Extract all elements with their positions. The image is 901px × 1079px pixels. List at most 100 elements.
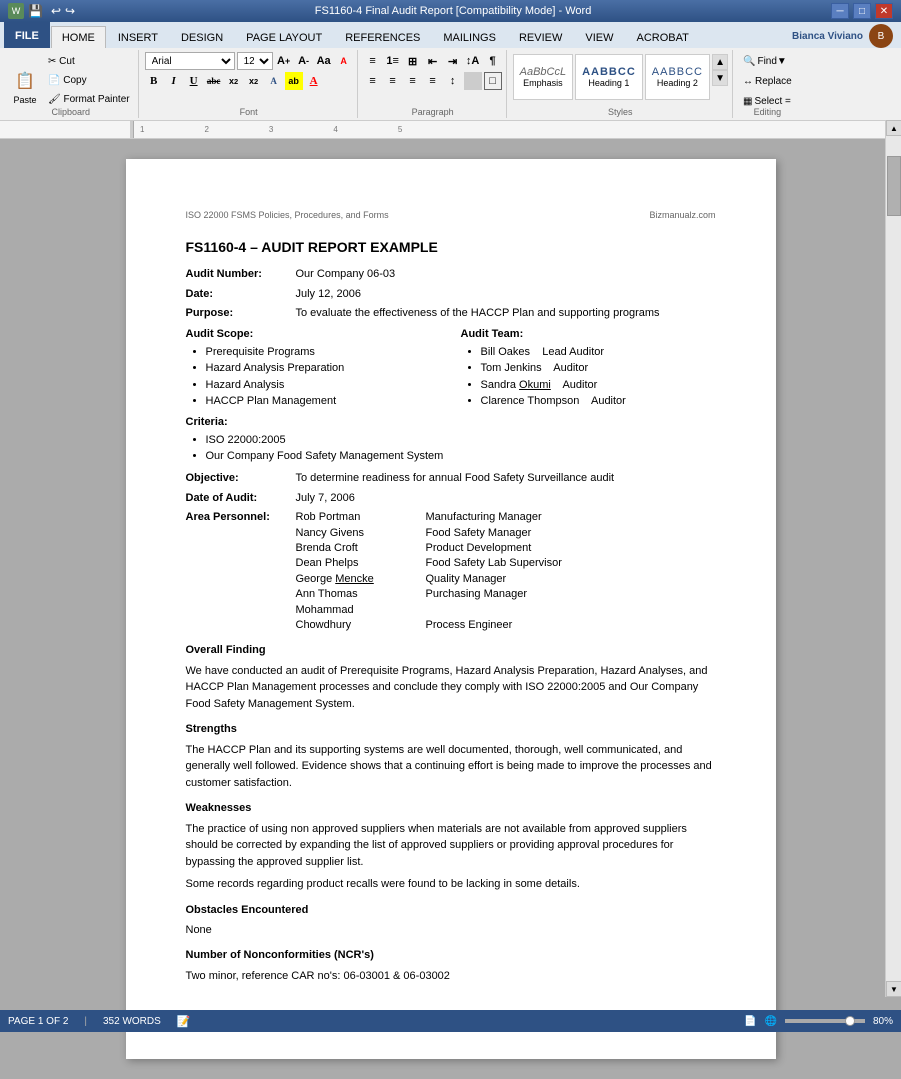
strengths-heading: Strengths: [186, 722, 716, 737]
style-heading2-label: Heading 2: [657, 78, 698, 88]
zoom-slider[interactable]: [785, 1019, 865, 1023]
style-emphasis-label: Emphasis: [523, 78, 563, 88]
zoom-thumb: [845, 1016, 855, 1026]
italic-button[interactable]: I: [165, 72, 183, 90]
track-changes-icon: 📝: [177, 1015, 191, 1028]
person-name-8: Chowdhury: [296, 618, 416, 633]
ribbon-group-font: Arial 12 A+ A- Aa A B I U abc x2 x2: [141, 50, 358, 118]
align-left-btn[interactable]: ≡: [364, 72, 382, 90]
ribbon-group-editing: 🔍 Find ▼ ↔ Replace ▦ Select = Editing: [735, 50, 800, 118]
title-bar-controls[interactable]: ─ □ ✕: [831, 3, 893, 19]
minimize-btn[interactable]: ─: [831, 3, 849, 19]
scope-team-section: Audit Scope: Prerequisite Programs Hazar…: [186, 325, 716, 411]
align-center-btn[interactable]: ≡: [384, 72, 402, 90]
bold-button[interactable]: B: [145, 72, 163, 90]
person-row-2: Nancy Givens Food Safety Manager: [296, 526, 562, 541]
paste-label: Paste: [13, 95, 36, 105]
tab-insert[interactable]: INSERT: [107, 26, 169, 48]
tab-page-layout[interactable]: PAGE LAYOUT: [235, 26, 333, 48]
style-heading1[interactable]: AABBCC Heading 1: [575, 54, 643, 100]
paste-button[interactable]: 📋 Paste: [8, 61, 42, 113]
line-spacing-btn[interactable]: ↕: [444, 72, 462, 90]
bullet-list-btn[interactable]: ≡: [364, 52, 382, 70]
scroll-track[interactable]: [886, 136, 901, 981]
decrease-font-btn[interactable]: A-: [295, 52, 313, 70]
obstacles-heading: Obstacles Encountered: [186, 903, 716, 918]
tab-view[interactable]: VIEW: [574, 26, 624, 48]
tab-references[interactable]: REFERENCES: [334, 26, 431, 48]
increase-indent-btn[interactable]: ⇥: [444, 52, 462, 70]
criteria-list: ISO 22000:2005 Our Company Food Safety M…: [186, 433, 716, 466]
redo-btn[interactable]: ↪: [65, 4, 75, 18]
increase-font-btn[interactable]: A+: [275, 52, 293, 70]
criteria-item-2: Our Company Food Safety Management Syste…: [206, 449, 716, 464]
status-bar: PAGE 1 OF 2 | 352 WORDS 📝 📄 🌐 80%: [0, 1010, 901, 1032]
font-label: Font: [141, 107, 357, 118]
person-name-1: Rob Portman: [296, 510, 416, 525]
person-role-4: Food Safety Lab Supervisor: [426, 556, 562, 571]
strikethrough-button[interactable]: abc: [205, 72, 223, 90]
audit-team-section: Audit Team: Bill Oakes Lead Auditor Tom …: [461, 325, 716, 411]
align-right-btn[interactable]: ≡: [404, 72, 422, 90]
numbered-list-btn[interactable]: 1≡: [384, 52, 402, 70]
editing-label: Editing: [735, 107, 800, 118]
scope-item-4: HACCP Plan Management: [206, 394, 441, 409]
quick-save[interactable]: 💾: [28, 4, 43, 18]
tab-mailings[interactable]: MAILINGS: [432, 26, 507, 48]
replace-button[interactable]: ↔ Replace: [739, 72, 796, 90]
font-size-select[interactable]: 12: [237, 52, 273, 70]
close-btn[interactable]: ✕: [875, 3, 893, 19]
borders-btn[interactable]: □: [484, 72, 502, 90]
styles-down[interactable]: ▼: [712, 70, 728, 86]
clear-format-btn[interactable]: A: [335, 52, 353, 70]
criteria-row: Criteria: ISO 22000:2005 Our Company Foo…: [186, 415, 716, 467]
find-button[interactable]: 🔍 Find ▼: [739, 52, 791, 70]
copy-button[interactable]: 📄 Copy: [44, 71, 134, 89]
tab-file[interactable]: FILE: [4, 22, 50, 48]
styles-up[interactable]: ▲: [712, 54, 728, 70]
text-highlight-btn[interactable]: ab: [285, 72, 303, 90]
date-row: Date: July 12, 2006: [186, 287, 716, 302]
weaknesses-heading: Weaknesses: [186, 801, 716, 816]
scroll-down-btn[interactable]: ▼: [886, 981, 901, 997]
tab-home[interactable]: HOME: [51, 26, 106, 48]
font-name-select[interactable]: Arial: [145, 52, 235, 70]
tab-acrobat[interactable]: ACROBAT: [625, 26, 699, 48]
layout-web-icon[interactable]: 🌐: [765, 1016, 777, 1027]
multilevel-list-btn[interactable]: ⊞: [404, 52, 422, 70]
ruler-markers: 1 2 3 4 5: [110, 125, 402, 134]
tab-design[interactable]: DESIGN: [170, 26, 234, 48]
sort-btn[interactable]: ↕A: [464, 52, 482, 70]
date-label: Date:: [186, 287, 296, 302]
tab-review[interactable]: REVIEW: [508, 26, 573, 48]
paragraph-label: Paragraph: [360, 107, 506, 118]
scroll-thumb[interactable]: [887, 156, 901, 216]
nonconformities-heading: Number of Nonconformities (NCR's): [186, 948, 716, 963]
para-row2: ≡ ≡ ≡ ≡ ↕ □: [364, 72, 502, 90]
format-painter-button[interactable]: 🖌 Format Painter: [44, 90, 134, 108]
superscript-button[interactable]: x2: [245, 72, 263, 90]
style-heading2[interactable]: AABBCC Heading 2: [645, 54, 710, 100]
purpose-label: Purpose:: [186, 306, 296, 321]
style-emphasis[interactable]: AaBbCcL Emphasis: [513, 54, 573, 100]
layout-print-icon[interactable]: 📄: [744, 1016, 756, 1027]
purpose-value: To evaluate the effectiveness of the HAC…: [296, 306, 660, 321]
styles-scroll[interactable]: ▲ ▼: [712, 54, 728, 100]
scroll-up-btn[interactable]: ▲: [886, 120, 901, 136]
shading-btn[interactable]: [464, 72, 482, 90]
scrollbar-right[interactable]: ▲ ▼: [885, 120, 901, 997]
audit-scope-section: Audit Scope: Prerequisite Programs Hazar…: [186, 325, 441, 411]
undo-btn[interactable]: ↩: [51, 4, 61, 18]
font-color-btn[interactable]: A: [305, 72, 323, 90]
change-case-btn[interactable]: Aa: [315, 52, 333, 70]
show-formatting-btn[interactable]: ¶: [484, 52, 502, 70]
maximize-btn[interactable]: □: [853, 3, 871, 19]
justify-btn[interactable]: ≡: [424, 72, 442, 90]
cut-button[interactable]: ✂ Cut: [44, 52, 134, 70]
decrease-indent-btn[interactable]: ⇤: [424, 52, 442, 70]
text-effect-btn[interactable]: A: [265, 72, 283, 90]
person-row-8: Chowdhury Process Engineer: [296, 618, 562, 633]
underline-button[interactable]: U: [185, 72, 203, 90]
team-member-3: Sandra Okumi Auditor: [481, 378, 716, 393]
subscript-button[interactable]: x2: [225, 72, 243, 90]
